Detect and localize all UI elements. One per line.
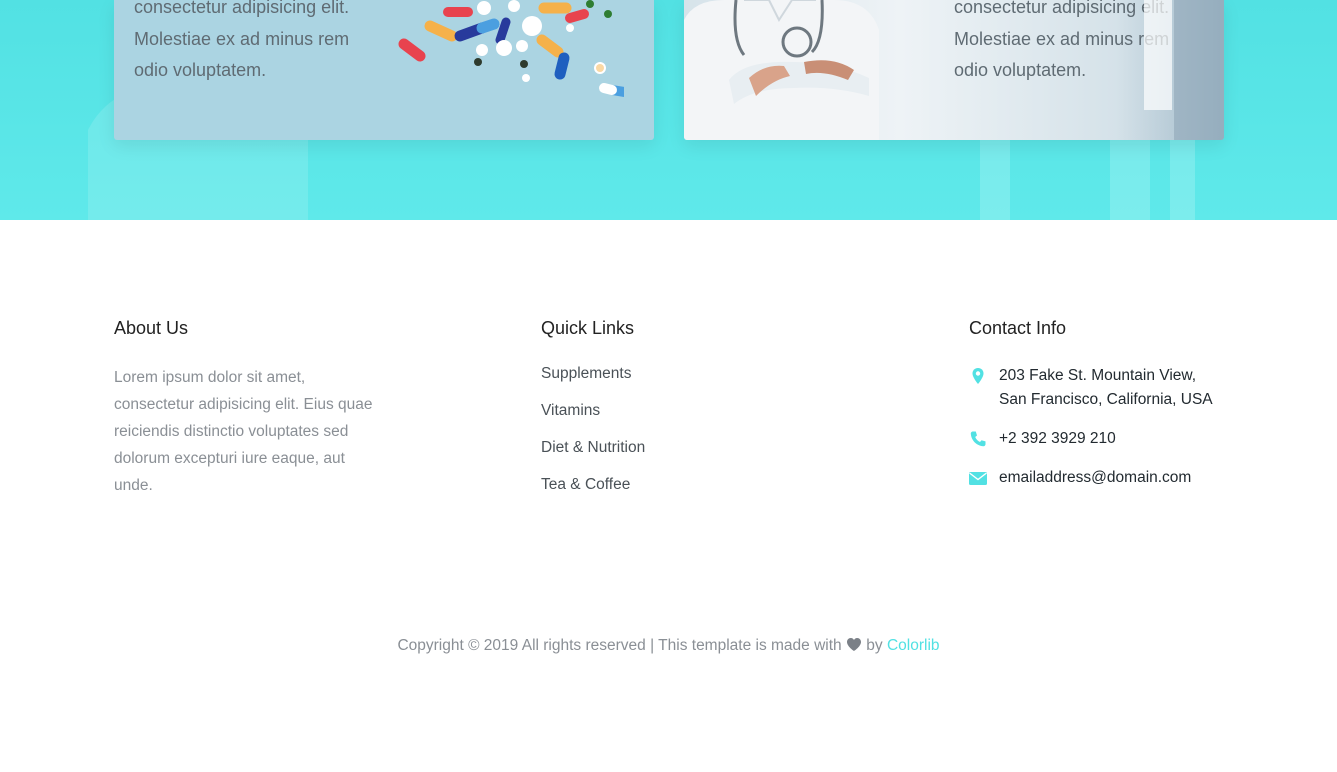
quick-link-item: Vitamins: [541, 401, 741, 421]
footer-about: About Us Lorem ipsum dolor sit amet, con…: [114, 317, 374, 499]
quick-link-item: Supplements: [541, 364, 741, 384]
link-diet-nutrition[interactable]: Diet & Nutrition: [541, 439, 645, 456]
quick-links-list: Supplements Vitamins Diet & Nutrition Te…: [541, 364, 741, 495]
doctor-image: [684, 0, 879, 140]
copyright-separator: |: [650, 637, 655, 654]
address-line-2: San Francisco, California, USA: [999, 391, 1213, 408]
phone-icon: [970, 431, 986, 447]
map-marker-icon: [972, 368, 984, 384]
link-tea-coffee[interactable]: Tea & Coffee: [541, 476, 630, 493]
address-line-1: 203 Fake St. Mountain View,: [999, 367, 1197, 384]
footer-quick-links: Quick Links Supplements Vitamins Diet & …: [541, 317, 741, 512]
by-text: by: [866, 637, 883, 654]
service-card-doctor[interactable]: consectetur adipisicing elit. Molestiae …: [684, 0, 1224, 140]
colorlib-link[interactable]: Colorlib: [887, 637, 940, 654]
envelope-icon: [969, 472, 987, 485]
contact-email-text[interactable]: emailaddress@domain.com: [999, 466, 1239, 490]
footer-about-title: About Us: [114, 318, 189, 338]
hero-band: consectetur adipisicing elit. Molestiae …: [0, 0, 1337, 220]
heart-icon: [846, 638, 861, 651]
footer-contact-title: Contact Info: [969, 318, 1067, 338]
contact-phone: +2 392 3929 210: [969, 427, 1239, 451]
pills-image: [398, 0, 624, 97]
made-with-text: This template is made with: [658, 637, 842, 654]
card-description: consectetur adipisicing elit. Molestiae …: [134, 0, 394, 87]
quick-link-item: Diet & Nutrition: [541, 438, 741, 458]
footer-links-title: Quick Links: [541, 318, 635, 338]
card-text-line: Molestiae ex ad minus rem: [134, 28, 350, 49]
card-text-line: consectetur adipisicing elit.: [134, 0, 350, 17]
footer-about-text: Lorem ipsum dolor sit amet, consectetur …: [114, 369, 373, 494]
card-text-line: odio voluptatem.: [134, 60, 267, 80]
contact-address: 203 Fake St. Mountain View, San Francisc…: [969, 364, 1239, 412]
contact-phone-text[interactable]: +2 392 3929 210: [999, 427, 1239, 451]
background-corridor-image: [980, 130, 1195, 220]
contact-email: emailaddress@domain.com: [969, 466, 1239, 490]
corridor-image: [1144, 0, 1224, 140]
link-vitamins[interactable]: Vitamins: [541, 402, 600, 419]
link-supplements[interactable]: Supplements: [541, 365, 631, 382]
footer-contact: Contact Info 203 Fake St. Mountain View,…: [969, 317, 1239, 505]
copyright-text: Copyright © 2019 All rights reserved: [397, 637, 646, 654]
copyright-bar: Copyright © 2019 All rights reserved | T…: [0, 636, 1337, 656]
quick-link-item: Tea & Coffee: [541, 475, 741, 495]
service-card-pills[interactable]: consectetur adipisicing elit. Molestiae …: [114, 0, 654, 140]
